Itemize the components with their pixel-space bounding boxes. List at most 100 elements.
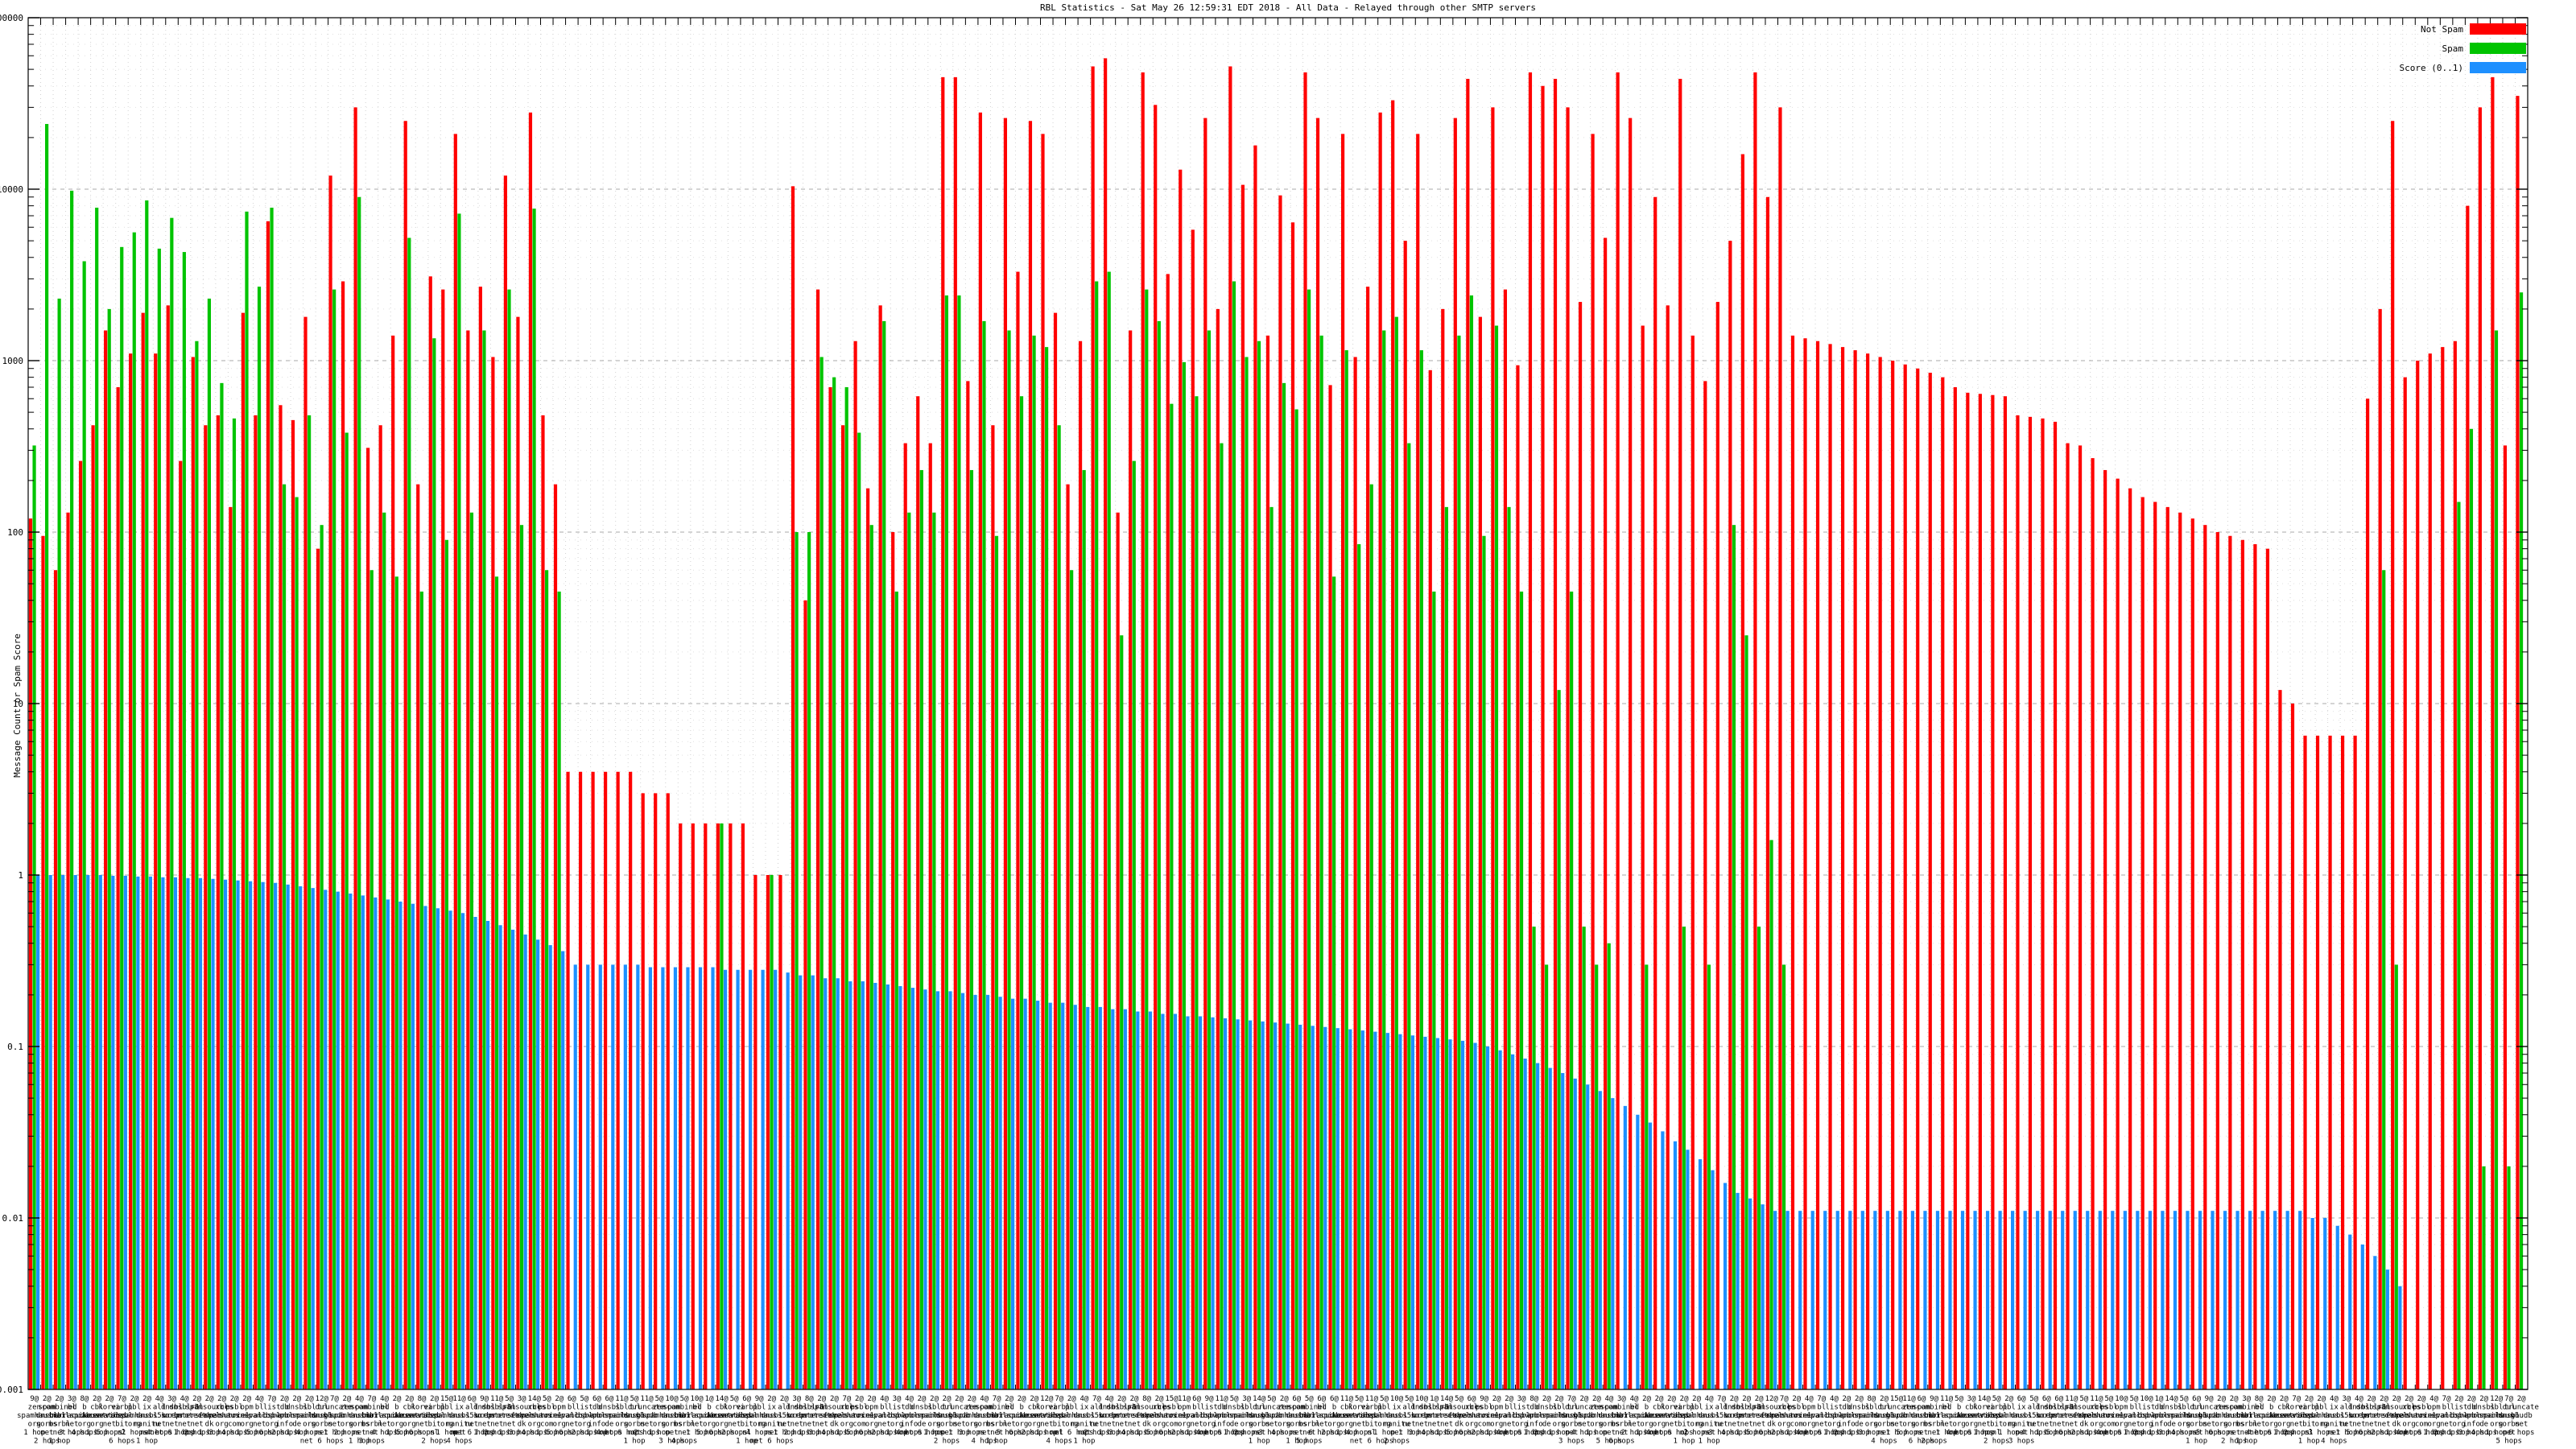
not-spam-bar [303, 316, 308, 1389]
score-bar [1173, 1013, 1178, 1389]
bar-group [1241, 184, 1253, 1390]
bar-group [1903, 364, 1915, 1389]
not-spam-bar [266, 221, 270, 1390]
bar-group [966, 381, 977, 1390]
not-spam-bar [2253, 544, 2257, 1389]
score-bar [1985, 1211, 1990, 1389]
not-spam-bar [478, 287, 482, 1389]
not-spam-bar [1978, 394, 1982, 1389]
not-spam-bar [1966, 392, 1970, 1390]
legend-row-score: Score (0..1) [2400, 58, 2526, 77]
not-spam-bar [966, 381, 970, 1389]
score-bar [1948, 1211, 1952, 1389]
spam-bar [1195, 396, 1199, 1390]
score-bar [161, 877, 165, 1389]
spam-bar [1132, 460, 1136, 1389]
not-spam-bar [1941, 377, 1945, 1389]
score-bar [1686, 1150, 1690, 1389]
bar-group [166, 217, 178, 1390]
bar-group [2328, 735, 2339, 1389]
score-bar [2248, 1211, 2252, 1389]
spam-bar [519, 525, 524, 1390]
score-bar [2323, 1218, 2327, 1389]
bar-group [1403, 241, 1415, 1389]
bar-group [1366, 287, 1377, 1389]
score-bar [998, 997, 1002, 1389]
score-bar [736, 969, 740, 1389]
score-bar [511, 929, 515, 1389]
not-spam-bar [1191, 229, 1195, 1389]
bar-group [179, 252, 190, 1389]
not-spam-bar [2091, 458, 2095, 1389]
spam-bar [357, 196, 361, 1389]
not-spam-bar [1078, 341, 1083, 1390]
score-bar [1435, 1038, 1440, 1389]
bar-group [491, 357, 502, 1389]
score-bar [1823, 1211, 1827, 1389]
score-bar [1536, 1063, 1540, 1389]
score-bar [774, 969, 778, 1389]
bar-group [2228, 535, 2240, 1389]
spam-bar [944, 295, 948, 1389]
bar-group [2265, 548, 2277, 1389]
spam-bar [95, 207, 99, 1390]
not-spam-bar [1728, 241, 1732, 1389]
spam-bar [1407, 443, 1411, 1389]
not-spam-bar [1953, 386, 1957, 1389]
spam-bar [232, 418, 237, 1389]
score-bar [561, 951, 565, 1389]
bar-group [1715, 302, 1728, 1389]
score-bar [1761, 1204, 1765, 1389]
score-bar [811, 975, 815, 1389]
bar-group [1116, 512, 1127, 1389]
not-spam-bar [441, 289, 445, 1389]
score-bar [1373, 1031, 1377, 1389]
bar-group [1141, 72, 1152, 1389]
not-spam-bar [391, 335, 395, 1389]
score-bar [2173, 1211, 2178, 1389]
not-spam-bar [978, 112, 982, 1389]
not-spam-bar [1604, 237, 1608, 1389]
spam-bar [1419, 350, 1423, 1389]
score-bar [1360, 1030, 1364, 1389]
bar-group [154, 248, 165, 1390]
spam-bar [482, 330, 486, 1389]
spam-bar [720, 823, 724, 1389]
not-spam-bar [78, 460, 83, 1389]
bar-group [2178, 512, 2190, 1389]
score-bar [824, 978, 828, 1389]
bar-group [1203, 118, 1215, 1390]
not-spam-bar [104, 330, 108, 1389]
spam-bar [157, 248, 161, 1389]
not-spam-bar [541, 415, 545, 1389]
spam-bar [1582, 927, 1586, 1389]
spam-bar [1170, 403, 1174, 1389]
bar-group [1840, 347, 1852, 1389]
spam-bar [2482, 1166, 2486, 1389]
score-bar [423, 906, 427, 1389]
bar-group [2478, 107, 2486, 1389]
score-bar [1798, 1211, 1802, 1389]
not-spam-bar [154, 353, 158, 1390]
score-bar [398, 901, 402, 1389]
spam-bar [432, 338, 436, 1389]
not-spam-bar [1416, 134, 1420, 1389]
not-spam-bar [341, 281, 345, 1389]
bar-group [416, 484, 427, 1389]
bar-group [2003, 396, 2015, 1390]
not-spam-bar [1641, 325, 1645, 1389]
not-spam-bar [2491, 76, 2495, 1390]
not-spam-bar [641, 793, 645, 1389]
bar-group [1453, 118, 1465, 1390]
not-spam-bar [1241, 184, 1245, 1390]
score-bar [1885, 1211, 1889, 1389]
score-bar [2148, 1211, 2152, 1389]
bar-group [466, 330, 477, 1389]
spam-bar [1707, 964, 1711, 1389]
not-spam-bar [1441, 308, 1445, 1389]
bar-group [1391, 100, 1402, 1389]
score-bar [948, 991, 952, 1389]
not-spam-bar [1903, 364, 1907, 1389]
not-spam-bar [116, 386, 120, 1389]
not-spam-bar [2103, 469, 2107, 1390]
